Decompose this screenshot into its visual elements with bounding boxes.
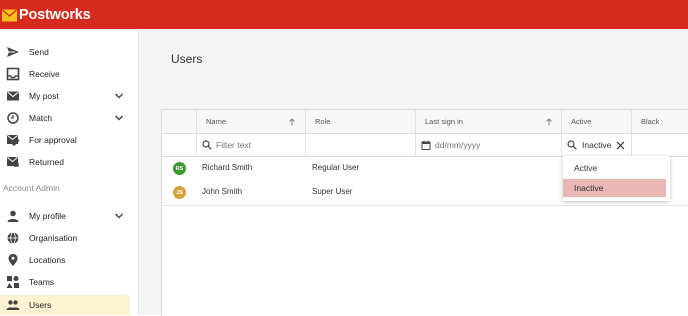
users-icon — [6, 300, 20, 310]
teams-icon — [6, 276, 19, 288]
sidebar-item-label: For approval — [29, 135, 77, 145]
sort-arrow-up-icon[interactable] — [545, 118, 553, 126]
row-name: Richard Smith — [202, 163, 253, 172]
brand-logo[interactable]: Postworks — [2, 5, 91, 25]
row-role: Super User — [312, 187, 353, 196]
row-role: Regular User — [312, 163, 360, 172]
top-bar: Postworks — [0, 0, 688, 29]
chevron-down-icon[interactable] — [114, 113, 124, 123]
column-header-name[interactable]: Name — [197, 110, 306, 134]
date-filter-input[interactable] — [435, 138, 555, 152]
sidebar-item-receive[interactable]: Receive — [0, 64, 130, 84]
search-icon — [202, 140, 212, 150]
person-icon — [7, 210, 19, 222]
column-header-label: Active — [571, 117, 592, 126]
calendar-icon[interactable] — [421, 140, 431, 150]
sidebar-item-my-profile[interactable]: My profile — [0, 206, 130, 226]
sidebar-item-label: My profile — [29, 211, 66, 221]
avatar: JS — [173, 186, 186, 199]
sidebar-item-users[interactable]: Users — [0, 295, 130, 315]
black-filter-field — [632, 134, 688, 157]
inbox-icon — [6, 67, 20, 81]
column-header-black[interactable]: Black — [632, 110, 688, 134]
sidebar-item-label: Returned — [29, 157, 64, 167]
column-header-label: Name — [206, 117, 227, 126]
column-header-label: Last sign in — [425, 117, 463, 126]
header-select — [162, 110, 197, 134]
sidebar-item-label: My post — [29, 91, 59, 101]
column-header-label: Role — [315, 117, 331, 126]
page-title: Users — [171, 52, 203, 66]
name-filter-field[interactable] — [197, 134, 306, 157]
chevron-down-icon[interactable] — [114, 211, 124, 221]
dropdown-option-inactive[interactable]: Inactive — [563, 179, 666, 197]
role-filter-field — [306, 134, 416, 157]
search-icon — [567, 140, 577, 150]
active-filter-value[interactable]: Inactive — [582, 140, 611, 150]
avatar: RS — [173, 162, 186, 175]
sidebar-item-match[interactable]: Match — [0, 108, 130, 128]
sidebar-item-organisation[interactable]: Organisation — [0, 228, 130, 248]
section-label-account-admin: Account Admin — [3, 183, 60, 193]
sidebar-item-label: Receive — [29, 69, 60, 79]
sidebar-item-returned[interactable]: Returned — [0, 152, 130, 172]
brand-name: Postworks — [19, 7, 91, 23]
returned-icon — [7, 157, 19, 167]
sidebar-item-for-approval[interactable]: For approval — [0, 130, 130, 150]
column-header-role[interactable]: Role — [306, 110, 416, 134]
sidebar-item-label: Users — [29, 300, 52, 310]
active-filter-field[interactable]: Inactive — [562, 134, 632, 157]
sidebar-item-my-post[interactable]: My post — [0, 86, 130, 106]
sidebar-item-teams[interactable]: Teams — [0, 272, 130, 292]
users-grid: Name Role Last sign in Active Black Inac… — [161, 109, 688, 316]
active-filter-dropdown: Active Inactive — [563, 156, 670, 201]
column-header-active[interactable]: Active — [562, 110, 632, 134]
globe-icon — [7, 232, 19, 244]
sidebar-item-locations[interactable]: Locations — [0, 250, 130, 270]
name-filter-input[interactable] — [216, 138, 301, 152]
sidebar-item-label: Send — [29, 47, 49, 57]
location-pin-icon — [8, 254, 18, 266]
send-icon — [7, 47, 19, 57]
filter-select — [162, 134, 197, 157]
dropdown-option-active[interactable]: Active — [563, 159, 666, 177]
envelope-logo-icon — [2, 9, 17, 21]
sidebar-item-label: Organisation — [29, 233, 78, 243]
chevron-down-icon[interactable] — [114, 91, 124, 101]
sidebar-item-send[interactable]: Send — [0, 42, 130, 62]
sort-arrow-up-icon[interactable] — [288, 118, 296, 126]
column-header-label: Black — [641, 117, 660, 126]
mail-icon — [7, 91, 19, 101]
row-name: John Smith — [202, 187, 243, 196]
sidebar-item-label: Teams — [29, 277, 55, 287]
approval-icon — [7, 135, 20, 147]
match-icon — [7, 112, 19, 124]
date-filter-field[interactable] — [416, 134, 562, 157]
column-header-last-sign-in[interactable]: Last sign in — [416, 110, 562, 134]
sidebar-item-label: Locations — [29, 255, 66, 265]
clear-filter-icon[interactable] — [616, 141, 625, 150]
sidebar-item-label: Match — [29, 113, 53, 123]
